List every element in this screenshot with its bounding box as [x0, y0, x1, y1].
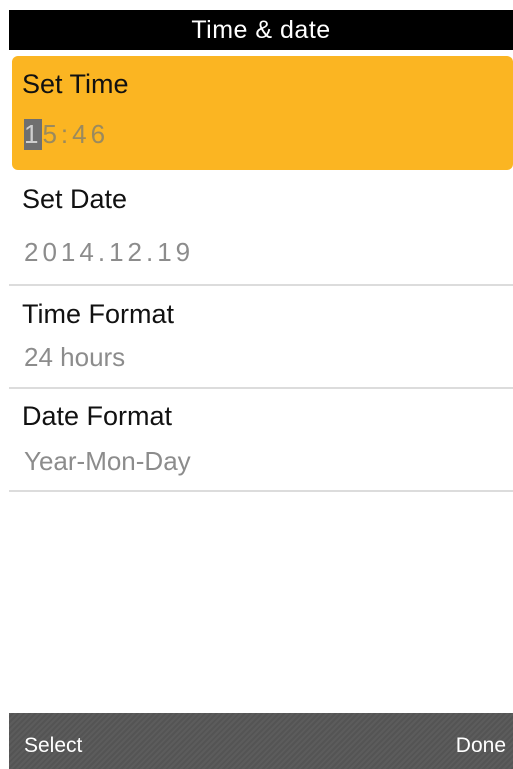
done-softkey[interactable]: Done [456, 713, 506, 769]
softkey-bar: Select Done [9, 713, 513, 769]
settings-item-label: Date Format [22, 401, 173, 431]
select-softkey[interactable]: Select [24, 713, 82, 769]
settings-item-date-format[interactable]: Date Format Year-Mon-Day [9, 389, 513, 492]
settings-item-label: Time Format [22, 299, 175, 329]
settings-item-label: Set Time [22, 69, 129, 99]
time-value-rest: 5:46 [42, 119, 110, 149]
date-value: 2014.12.19 [24, 237, 195, 267]
settings-item-label: Set Date [22, 184, 128, 214]
settings-item-time-format[interactable]: Time Format 24 hours [9, 286, 513, 389]
settings-item-set-date[interactable]: Set Date 2014.12.19 [9, 170, 513, 286]
phone-screen: Time & date Set Time 15:46 Set Date 2014… [9, 10, 513, 769]
text-cursor: 1 [24, 119, 43, 150]
time-format-value: 24 hours [24, 342, 126, 372]
date-format-value: Year-Mon-Day [24, 446, 191, 476]
page-title: Time & date [9, 10, 513, 50]
settings-item-set-time[interactable]: Set Time 15:46 [12, 56, 513, 170]
time-input[interactable]: 15:46 [24, 119, 109, 150]
